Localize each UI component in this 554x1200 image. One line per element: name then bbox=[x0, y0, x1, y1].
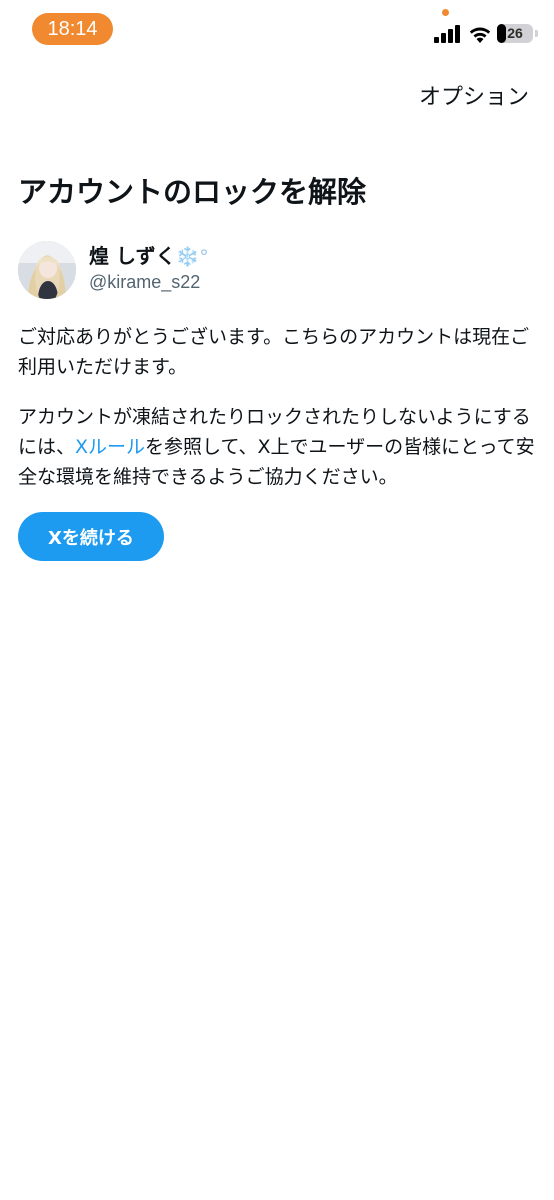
privacy-indicator-dot bbox=[442, 9, 449, 16]
options-button[interactable]: オプション bbox=[419, 83, 529, 113]
display-name-text: 煌 しずく bbox=[89, 244, 176, 268]
account-handle: @kirame_s22 bbox=[89, 272, 201, 292]
status-bar: 18:14 26 bbox=[0, 0, 554, 58]
page-title: アカウントのロックを解除 bbox=[18, 175, 367, 209]
account-profile: 煌 しずく❄️° @kirame_s22 bbox=[18, 238, 538, 300]
wifi-icon bbox=[469, 27, 491, 43]
avatar-photo-icon bbox=[18, 241, 76, 299]
battery-icon: 26 bbox=[497, 24, 533, 43]
rules-message: アカウントが凍結されたりロックされたりしないようにするには、Xルールを参照して、… bbox=[18, 402, 538, 492]
cellular-signal-icon bbox=[434, 25, 460, 43]
snowflake-bubble-icon: ❄️° bbox=[175, 246, 209, 268]
battery-level: 26 bbox=[507, 25, 523, 41]
confirmation-message: ご対応ありがとうございます。こちらのアカウントは現在ご利用いただけます。 bbox=[18, 326, 530, 378]
avatar bbox=[18, 241, 76, 299]
status-time[interactable]: 18:14 bbox=[32, 13, 113, 45]
battery-cap bbox=[535, 30, 538, 37]
display-name: 煌 しずく❄️° bbox=[89, 242, 209, 271]
continue-to-x-button[interactable]: Xを続ける bbox=[18, 512, 164, 561]
x-rules-link[interactable]: Xルール bbox=[75, 436, 145, 458]
